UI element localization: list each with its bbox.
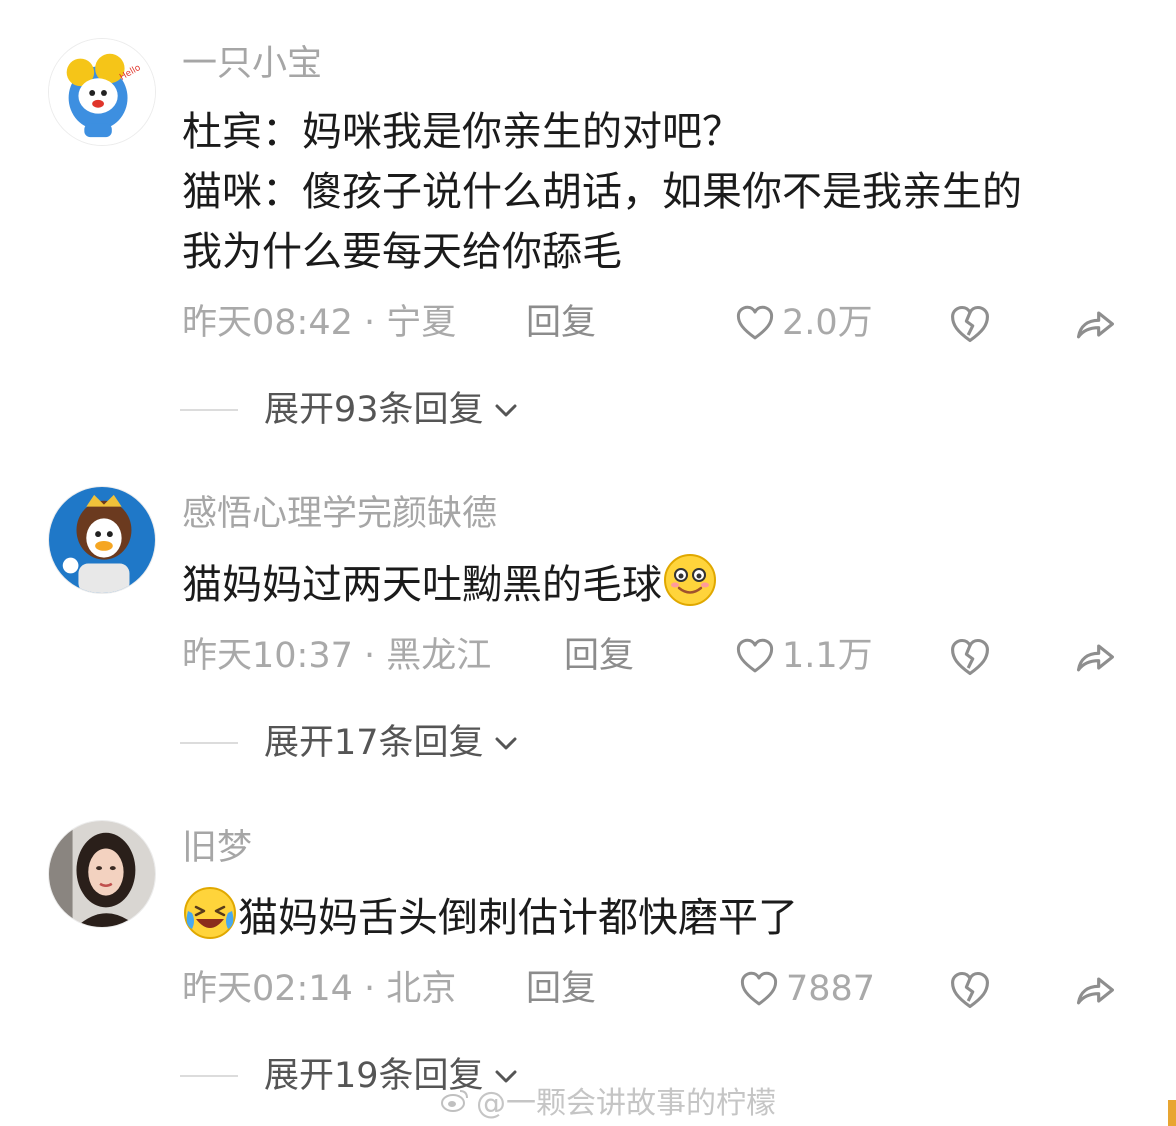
share-arrow-icon[interactable] xyxy=(1072,635,1118,679)
time-location: 昨天02:14 · 北京 xyxy=(182,969,457,1009)
time-location: 昨天08:42 · 宁夏 xyxy=(182,303,457,343)
comment-meta: 昨天02:14 · 北京 回复 7887 xyxy=(182,964,1142,1014)
smile-emoji xyxy=(662,552,718,608)
watermark-text: @一颗会讲故事的柠檬 xyxy=(476,1086,776,1121)
expand-replies-label: 展开93条回复 xyxy=(264,390,484,430)
like-count: 7887 xyxy=(786,969,876,1009)
laugh-cry-emoji xyxy=(182,885,238,941)
broken-heart-icon[interactable] xyxy=(948,635,992,679)
weibo-icon xyxy=(441,1090,468,1112)
divider xyxy=(180,1075,238,1077)
heart-outline-icon xyxy=(736,638,774,673)
watermark: @一颗会讲故事的柠檬 xyxy=(440,1078,776,1122)
comment-line: 猫妈妈过两天吐黝黑的毛球 xyxy=(182,552,1142,612)
like-button[interactable]: 7887 xyxy=(738,964,875,1014)
reply-button[interactable]: 回复 xyxy=(526,964,596,1014)
share-arrow-icon[interactable] xyxy=(1072,302,1118,346)
comment-meta: 昨天08:42 · 宁夏 回复 2.0万 xyxy=(182,298,1142,348)
chevron-down-icon xyxy=(495,404,517,417)
like-count: 1.1万 xyxy=(782,636,873,676)
comment-line-text: 猫妈妈舌头倒刺估计都快磨平了 xyxy=(238,895,798,941)
username[interactable]: 旧梦 xyxy=(182,826,252,870)
avatar[interactable]: Hello xyxy=(48,38,156,146)
username[interactable]: 感悟心理学完颜缺德 xyxy=(182,492,497,536)
heart-outline-icon xyxy=(740,971,778,1006)
comment-text: 猫妈妈舌头倒刺估计都快磨平了 xyxy=(182,885,1142,945)
reply-button[interactable]: 回复 xyxy=(526,298,596,348)
corner-mark xyxy=(1168,1100,1176,1126)
broken-heart-icon[interactable] xyxy=(948,968,992,1012)
reply-button[interactable]: 回复 xyxy=(564,631,634,681)
like-button[interactable]: 1.1万 xyxy=(734,631,873,681)
comment-text: 猫妈妈过两天吐黝黑的毛球 xyxy=(182,552,1142,612)
expand-replies[interactable]: 展开93条回复 xyxy=(180,385,522,435)
comment-meta: 昨天10:37 · 黑龙江 回复 1.1万 xyxy=(182,631,1142,681)
divider xyxy=(180,742,238,744)
comment-line-text: 猫妈妈过两天吐黝黑的毛球 xyxy=(182,562,662,608)
avatar[interactable] xyxy=(48,820,156,928)
like-count: 2.0万 xyxy=(782,303,873,343)
comment-line: 猫妈妈舌头倒刺估计都快磨平了 xyxy=(182,885,1142,945)
comment-line: 我为什么要每天给你舔毛 xyxy=(182,229,622,275)
like-button[interactable]: 2.0万 xyxy=(734,298,873,348)
comment-page: Hello 一只小宝 杜宾：妈咪我是你亲生的对吧？ 猫咪：傻孩子说什么胡话，如果… xyxy=(0,0,1176,1126)
comment-line: 猫咪：傻孩子说什么胡话，如果你不是我亲生的 xyxy=(182,169,1022,215)
expand-replies[interactable]: 展开17条回复 xyxy=(180,718,522,768)
expand-replies-label: 展开17条回复 xyxy=(264,723,484,763)
avatar[interactable] xyxy=(48,486,156,594)
divider xyxy=(180,409,238,411)
time-location: 昨天10:37 · 黑龙江 xyxy=(182,636,492,676)
share-arrow-icon[interactable] xyxy=(1072,968,1118,1012)
comment-text: 杜宾：妈咪我是你亲生的对吧？ 猫咪：傻孩子说什么胡话，如果你不是我亲生的 我为什… xyxy=(182,102,1142,282)
heart-outline-icon xyxy=(736,305,774,340)
chevron-down-icon xyxy=(495,737,517,750)
broken-heart-icon[interactable] xyxy=(948,302,992,346)
comment-line: 杜宾：妈咪我是你亲生的对吧？ xyxy=(182,109,742,155)
username[interactable]: 一只小宝 xyxy=(182,42,322,86)
